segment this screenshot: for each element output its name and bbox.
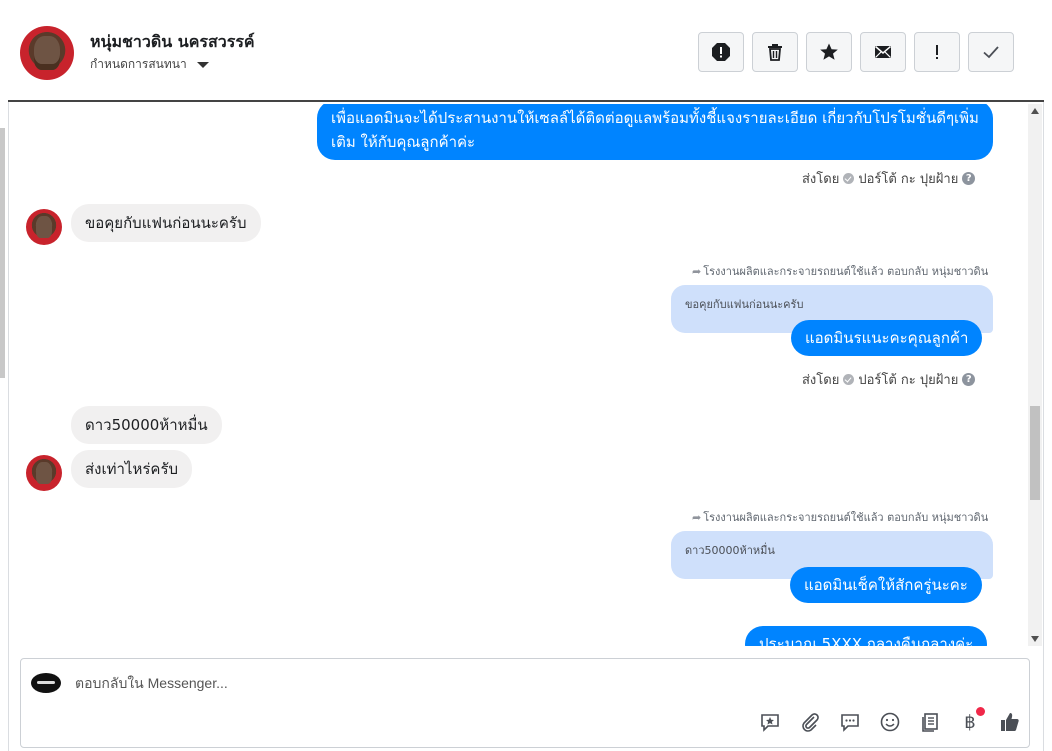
attach-file-button[interactable]: [797, 709, 823, 735]
incoming-message: ขอคุยกับแฟนก่อนนะครับ: [71, 204, 261, 242]
document-stack-icon: [922, 713, 938, 732]
reply-meta-text: โรงงานผลิตและกระจายรถยนต์ใช้แล้ว ตอบกลับ…: [703, 265, 989, 278]
outgoing-message: เพื่อแอดมินจะได้ประสานงานให้เซลล์ได้ติดต…: [317, 104, 993, 160]
caret-down-icon: [196, 61, 209, 68]
reply-arrow-icon: ➦: [692, 510, 702, 524]
reply-arrow-icon: ➦: [692, 264, 702, 278]
delete-button[interactable]: [752, 32, 798, 72]
scroll-thumb[interactable]: [1030, 406, 1040, 500]
like-button[interactable]: [997, 709, 1023, 735]
scroll-up-arrow-icon[interactable]: [1031, 108, 1039, 114]
trash-icon: [768, 44, 782, 61]
exclamation-icon: [936, 45, 938, 59]
sender-name[interactable]: ปอร์โต้ กะ ปุยฝ้าย: [858, 168, 958, 189]
mark-done-button[interactable]: [968, 32, 1014, 72]
outgoing-message: แอดมินเช็คให้สักครู่นะคะ: [790, 567, 982, 603]
sent-by-line: ส่งโดย ปอร์โต้ กะ ปุยฝ้าย ?: [802, 369, 976, 390]
page-avatar: [31, 673, 61, 693]
sent-by-line: ส่งโดย ปอร์โต้ กะ ปุยฝ้าย ?: [802, 168, 976, 189]
header-actions: [698, 32, 1014, 72]
verified-check-icon: [843, 173, 855, 184]
conversation-header: หนุ่มชาวดิน นครสวรรค์ กำหนดการสนทนา: [8, 4, 1044, 102]
check-icon: [983, 46, 999, 59]
conversation-settings-dropdown[interactable]: กำหนดการสนทนา: [90, 55, 209, 74]
reply-input[interactable]: [75, 675, 675, 691]
smiley-icon: [880, 712, 900, 732]
payment-button[interactable]: ฿: [957, 707, 985, 735]
star-icon: [820, 43, 838, 60]
quick-reply-button[interactable]: [837, 709, 863, 735]
envelope-icon: [875, 45, 891, 58]
mark-important-button[interactable]: [914, 32, 960, 72]
sender-name[interactable]: ปอร์โต้ กะ ปุยฝ้าย: [858, 369, 958, 390]
paperclip-icon: [802, 713, 819, 732]
contact-name[interactable]: หนุ่มชาวดิน นครสวรรค์: [90, 30, 255, 55]
help-icon[interactable]: ?: [962, 172, 976, 185]
outgoing-message: แอดมินรแนะคะคุณลูกค้า: [791, 320, 983, 356]
chat-bubble-icon: [841, 714, 859, 732]
sent-by-label: ส่งโดย: [802, 172, 840, 187]
incoming-message: ดาว50000ห้าหมื่น: [71, 406, 222, 444]
composer-tools: ฿: [757, 707, 1023, 735]
template-button[interactable]: [917, 709, 943, 735]
spam-icon: [712, 43, 730, 61]
reply-meta: ➦ โรงงานผลิตและกระจายรถยนต์ใช้แล้ว ตอบกล…: [692, 262, 988, 280]
emoji-button[interactable]: [877, 709, 903, 735]
message-thread[interactable]: เพื่อแอดมินจะได้ประสานงานให้เซลล์ได้ติดต…: [9, 104, 1028, 646]
incoming-message: ส่งเท่าไหร่ครับ: [71, 450, 193, 488]
message-composer: ฿: [20, 658, 1030, 748]
window-edge: [0, 128, 5, 378]
scroll-down-arrow-icon[interactable]: [1031, 636, 1039, 642]
mark-spam-button[interactable]: [698, 32, 744, 72]
thumbs-up-icon: [1001, 713, 1019, 731]
chat-star-icon: [761, 714, 779, 732]
saved-replies-button[interactable]: [757, 709, 783, 735]
avatar[interactable]: [26, 455, 62, 491]
star-button[interactable]: [806, 32, 852, 72]
baht-icon: ฿: [964, 711, 976, 733]
help-icon[interactable]: ?: [962, 373, 976, 386]
conversation-settings-label: กำหนดการสนทนา: [90, 57, 187, 71]
outgoing-message: ประมาณ 5XXX กลางคืนกลางค่ะ: [745, 626, 988, 646]
verified-check-icon: [843, 374, 855, 385]
mark-unread-button[interactable]: [860, 32, 906, 72]
reply-meta: ➦ โรงงานผลิตและกระจายรถยนต์ใช้แล้ว ตอบกล…: [692, 508, 988, 526]
avatar[interactable]: [26, 209, 62, 245]
avatar[interactable]: [20, 26, 74, 80]
notification-dot: [976, 707, 985, 716]
scrollbar[interactable]: [1028, 104, 1042, 646]
reply-meta-text: โรงงานผลิตและกระจายรถยนต์ใช้แล้ว ตอบกลับ…: [703, 511, 989, 524]
sent-by-label: ส่งโดย: [802, 373, 840, 388]
